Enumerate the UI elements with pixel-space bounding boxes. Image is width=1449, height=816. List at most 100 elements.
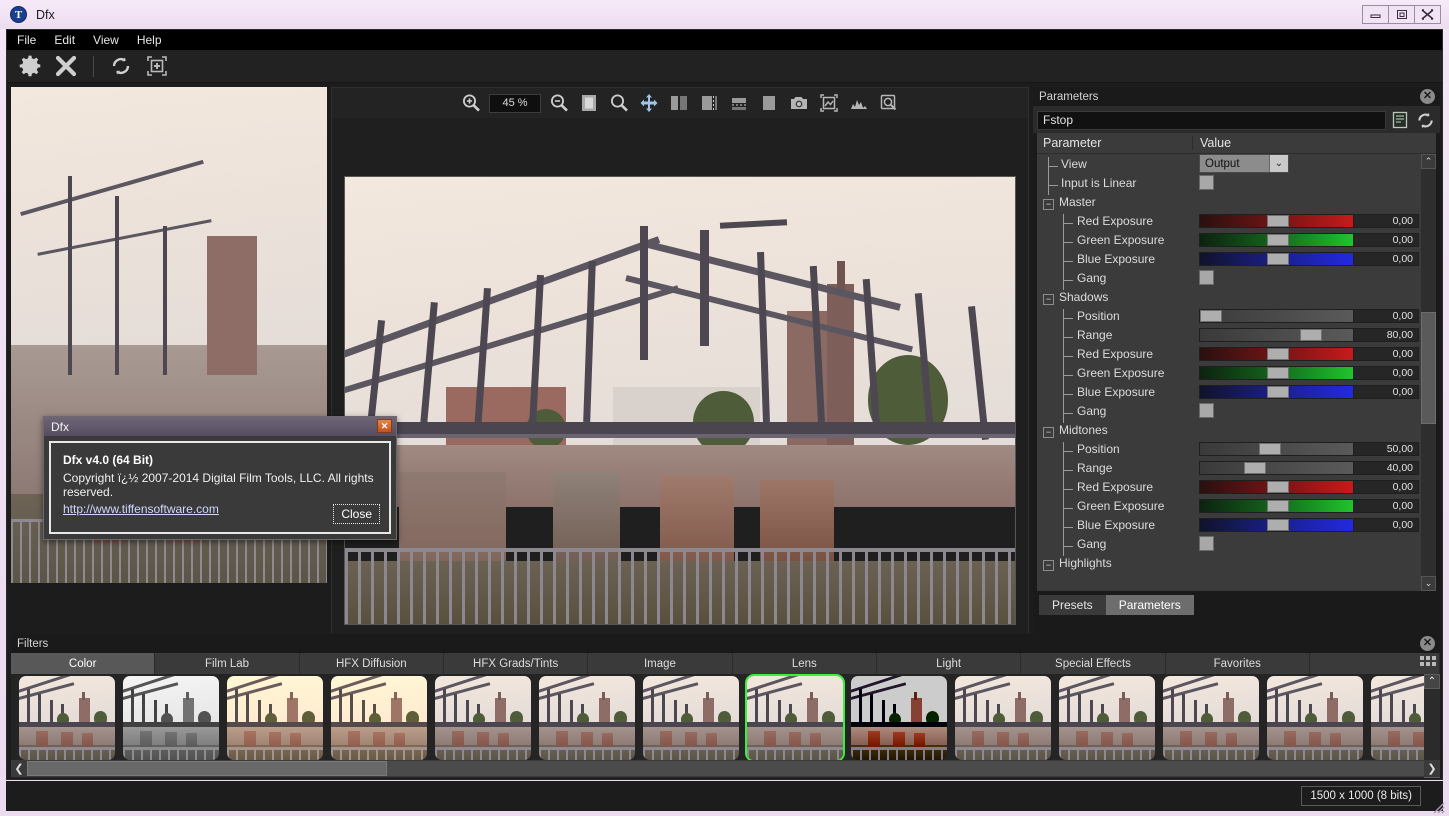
parameter-checkbox[interactable] bbox=[1199, 175, 1214, 190]
menu-file[interactable]: File bbox=[17, 33, 36, 47]
settings-gear-icon[interactable] bbox=[17, 53, 43, 79]
parameter-slider[interactable] bbox=[1199, 498, 1354, 513]
parameter-value-field[interactable]: 0,00 bbox=[1354, 479, 1419, 494]
parameter-checkbox[interactable] bbox=[1199, 270, 1214, 285]
slider-thumb[interactable] bbox=[1266, 252, 1289, 265]
filter-thumbnail[interactable] bbox=[1161, 674, 1261, 762]
parameter-value-field[interactable]: 0,00 bbox=[1354, 251, 1419, 266]
parameters-scrollbar-thumb[interactable] bbox=[1421, 312, 1436, 424]
split-view-icon[interactable] bbox=[577, 91, 601, 115]
refresh-icon[interactable] bbox=[108, 53, 134, 79]
resize-grip-icon[interactable] bbox=[1431, 800, 1445, 814]
pan-move-icon[interactable] bbox=[637, 91, 661, 115]
parameter-value-field[interactable]: 0,00 bbox=[1354, 213, 1419, 228]
slider-thumb[interactable] bbox=[1266, 347, 1289, 360]
slider-thumb[interactable] bbox=[1258, 442, 1281, 455]
reset-icon[interactable] bbox=[1414, 110, 1436, 130]
parameters-panel-close-icon[interactable]: ✕ bbox=[1420, 89, 1435, 104]
zoom-out-icon[interactable] bbox=[547, 91, 571, 115]
snapshot-camera-icon[interactable] bbox=[787, 91, 811, 115]
filter-horizontal-scrollbar[interactable]: ❮ ❯ bbox=[11, 760, 1440, 777]
filter-tab-film-lab[interactable]: Film Lab bbox=[155, 653, 300, 674]
filter-thumbnail[interactable] bbox=[1057, 674, 1157, 762]
parameter-slider[interactable] bbox=[1199, 479, 1354, 494]
filter-tab-light[interactable]: Light bbox=[876, 653, 1022, 674]
menu-help[interactable]: Help bbox=[137, 33, 162, 47]
preset-name-field[interactable]: Fstop bbox=[1037, 110, 1386, 130]
side-by-side-icon[interactable] bbox=[667, 91, 691, 115]
chevron-left-icon[interactable]: ❮ bbox=[11, 760, 27, 777]
parameter-select[interactable]: Output ⌄ bbox=[1199, 154, 1289, 173]
loupe-icon[interactable] bbox=[877, 91, 901, 115]
maximize-icon[interactable] bbox=[1388, 5, 1415, 24]
parameter-slider[interactable] bbox=[1199, 346, 1354, 361]
parameter-slider[interactable] bbox=[1199, 365, 1354, 380]
parameter-slider[interactable] bbox=[1199, 213, 1354, 228]
minimize-icon[interactable] bbox=[1362, 5, 1389, 24]
tab-presets[interactable]: Presets bbox=[1039, 595, 1106, 615]
slider-thumb[interactable] bbox=[1243, 461, 1266, 474]
slider-thumb[interactable] bbox=[1299, 328, 1322, 341]
filter-tab-special-effects[interactable]: Special Effects bbox=[1021, 653, 1166, 674]
original-thumbnail[interactable] bbox=[11, 87, 327, 583]
filter-thumbnail[interactable] bbox=[849, 674, 949, 762]
parameter-slider[interactable] bbox=[1199, 308, 1354, 323]
scroll-up-icon[interactable]: ⌃ bbox=[1421, 154, 1436, 169]
parameter-checkbox[interactable] bbox=[1199, 536, 1214, 551]
filter-thumbnail[interactable] bbox=[17, 674, 117, 762]
parameter-slider[interactable] bbox=[1199, 251, 1354, 266]
parameter-value-field[interactable]: 0,00 bbox=[1354, 384, 1419, 399]
parameter-value-field[interactable]: 0,00 bbox=[1354, 308, 1419, 323]
zoom-in-icon[interactable] bbox=[459, 91, 483, 115]
filter-thumbnail[interactable] bbox=[225, 674, 325, 762]
filter-tab-color[interactable]: Color bbox=[11, 653, 156, 674]
filter-scroll-thumb[interactable] bbox=[27, 761, 387, 776]
filter-tab-hfx-grads-tints[interactable]: HFX Grads/Tints bbox=[443, 653, 589, 674]
parameter-slider[interactable] bbox=[1199, 460, 1354, 475]
slider-thumb[interactable] bbox=[1266, 518, 1289, 531]
zoom-level-field[interactable]: 45 % bbox=[489, 93, 541, 113]
parameter-slider[interactable] bbox=[1199, 384, 1354, 399]
canvas-area[interactable] bbox=[332, 118, 1028, 682]
parameter-value-field[interactable]: 0,00 bbox=[1354, 365, 1419, 380]
parameter-checkbox[interactable] bbox=[1199, 403, 1214, 418]
parameter-slider[interactable] bbox=[1199, 517, 1354, 532]
tree-collapse-icon[interactable]: − bbox=[1043, 293, 1054, 305]
filter-thumbnail[interactable] bbox=[433, 674, 533, 762]
parameter-value-field[interactable]: 40,00 bbox=[1354, 460, 1419, 475]
tab-parameters[interactable]: Parameters bbox=[1105, 595, 1194, 615]
parameter-value-field[interactable]: 0,00 bbox=[1354, 517, 1419, 532]
filter-thumbnail[interactable] bbox=[329, 674, 429, 762]
filter-tab-lens[interactable]: Lens bbox=[732, 653, 877, 674]
tree-collapse-icon[interactable]: − bbox=[1043, 426, 1054, 438]
filter-thumbnail[interactable] bbox=[953, 674, 1053, 762]
about-url-link[interactable]: http://www.tiffensoftware.com bbox=[63, 502, 377, 516]
parameter-value-field[interactable]: 0,00 bbox=[1354, 498, 1419, 513]
filter-tab-image[interactable]: Image bbox=[588, 653, 733, 674]
fit-frame-icon[interactable] bbox=[144, 53, 170, 79]
grid-view-icon[interactable] bbox=[1420, 656, 1436, 671]
filter-thumbnail[interactable] bbox=[1265, 674, 1365, 762]
slider-thumb[interactable] bbox=[1266, 214, 1289, 227]
tree-collapse-icon[interactable]: − bbox=[1043, 559, 1054, 571]
filter-tab-hfx-diffusion[interactable]: HFX Diffusion bbox=[299, 653, 444, 674]
filter-thumbnail[interactable] bbox=[641, 674, 741, 762]
histogram-icon[interactable] bbox=[847, 91, 871, 115]
menu-view[interactable]: View bbox=[93, 33, 119, 47]
slider-thumb[interactable] bbox=[1266, 366, 1289, 379]
single-view-icon[interactable] bbox=[757, 91, 781, 115]
parameters-scrollbar[interactable]: ⌃ ⌄ bbox=[1421, 154, 1436, 591]
about-dialog-close-icon[interactable]: ✕ bbox=[377, 419, 392, 433]
tree-collapse-icon[interactable]: − bbox=[1043, 198, 1054, 210]
filter-thumbnail[interactable] bbox=[537, 674, 637, 762]
parameter-slider[interactable] bbox=[1199, 232, 1354, 247]
filter-tab-favorites[interactable]: Favorites bbox=[1165, 653, 1310, 674]
parameter-slider[interactable] bbox=[1199, 441, 1354, 456]
scroll-down-icon[interactable]: ⌄ bbox=[1421, 576, 1436, 591]
parameter-value-field[interactable]: 80,00 bbox=[1354, 327, 1419, 342]
filters-panel-close-icon[interactable]: ✕ bbox=[1420, 636, 1435, 651]
filter-scroll-up-icon[interactable]: ⌃ bbox=[1424, 674, 1440, 689]
filter-scroll-track[interactable] bbox=[27, 761, 1424, 776]
split-vertical-icon[interactable] bbox=[697, 91, 721, 115]
close-icon[interactable] bbox=[1414, 5, 1441, 24]
